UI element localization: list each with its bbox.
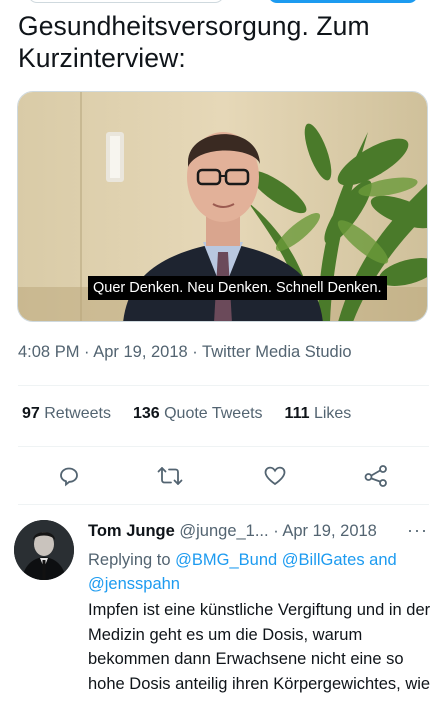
more-icon[interactable]: ··· <box>407 520 428 541</box>
mention-link[interactable]: @BMG_Bund <box>175 551 277 569</box>
tweet-text: Gesundheitsversorgung. Zum Kurzinterview… <box>18 11 370 73</box>
replying-to: Replying to @BMG_Bund @BillGates and @je… <box>88 551 397 593</box>
previous-tweet-buttons <box>0 0 437 6</box>
avatar-image <box>14 520 74 580</box>
share-icon[interactable] <box>362 462 390 490</box>
tweet-actions <box>18 458 429 494</box>
divider <box>18 446 429 447</box>
divider <box>18 385 429 386</box>
tweet-timestamp[interactable]: 4:08 PM · Apr 19, 2018 · Twitter Media S… <box>18 343 352 362</box>
divider <box>18 504 429 505</box>
engagement-stats: 97 Retweets 136 Quote Tweets 111 Likes <box>22 405 373 423</box>
avatar[interactable] <box>14 520 74 580</box>
reply-date[interactable]: · Apr 19, 2018 <box>273 522 377 540</box>
mention-link[interactable]: @jensspahn <box>88 575 180 593</box>
likes-stat[interactable]: 111 Likes <box>285 405 352 423</box>
reply-author-handle[interactable]: @junge_1... <box>179 522 268 540</box>
reply-header: Tom Junge @junge_1... · Apr 19, 2018 <box>88 522 377 541</box>
reply-author-name[interactable]: Tom Junge <box>88 522 175 540</box>
retweets-stat[interactable]: 97 Retweets <box>22 405 111 423</box>
reply-text: Impfen ist eine künstliche Vergiftung un… <box>88 601 431 701</box>
video-subtitle: Quer Denken. Neu Denken. Schnell Denken. <box>88 276 387 300</box>
heart-icon[interactable] <box>261 462 289 490</box>
retweet-icon[interactable] <box>156 462 184 490</box>
reply-icon[interactable] <box>55 462 83 490</box>
outline-button-edge[interactable] <box>28 0 224 3</box>
mention-and: and <box>369 551 397 569</box>
mention-link[interactable]: @BillGates <box>282 551 365 569</box>
quote-tweets-stat[interactable]: 136 Quote Tweets <box>133 405 263 423</box>
tweet-video[interactable]: Quer Denken. Neu Denken. Schnell Denken. <box>17 91 428 322</box>
primary-button-edge[interactable] <box>268 0 418 3</box>
